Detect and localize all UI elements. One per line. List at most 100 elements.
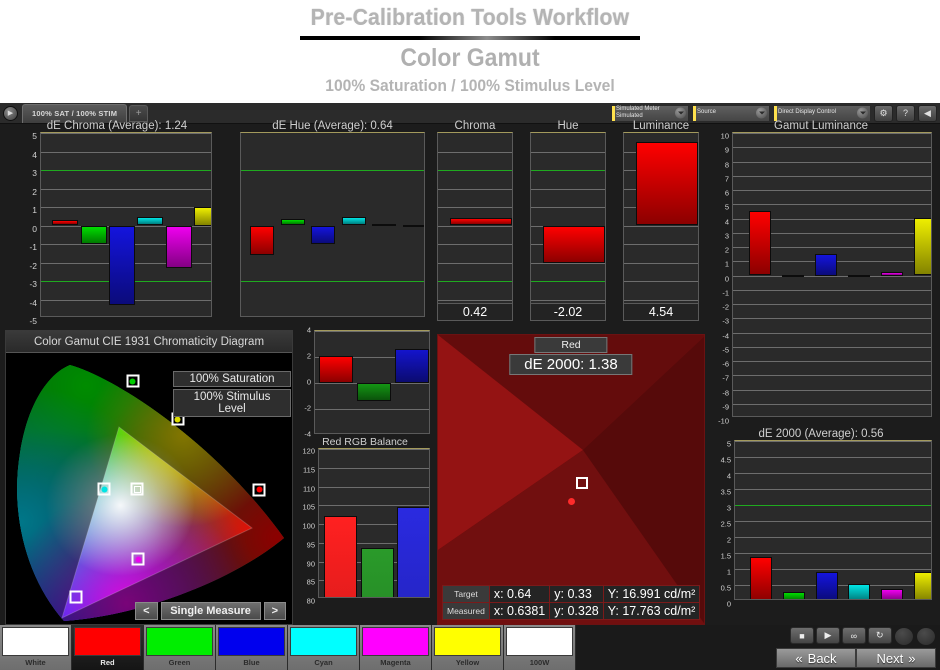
bar — [80, 225, 107, 244]
axis-tick-label: 3.5 — [720, 487, 731, 497]
hue_gauge-title: Hue — [557, 120, 579, 132]
page-caption: 100% Saturation / 100% Stimulus Level — [325, 76, 615, 95]
gridline — [438, 299, 512, 301]
axis-tick-label: 90 — [306, 559, 315, 568]
cie-prev-button[interactable]: < — [135, 602, 158, 620]
axis-tick-label: -5 — [722, 345, 729, 355]
bar — [372, 224, 397, 227]
loop-icon[interactable]: ∞ — [841, 627, 866, 644]
swatch-cyan[interactable]: Cyan — [288, 625, 360, 670]
extra-button-1[interactable] — [893, 627, 914, 646]
gridline — [735, 457, 931, 458]
axis-tick-label: 4 — [724, 217, 729, 226]
red_rgb_balance-plot[interactable]: 102.04%93.48%104.48% — [318, 448, 430, 598]
axis-tick-label: -9 — [722, 402, 729, 412]
add-tab-button[interactable]: + — [129, 104, 149, 122]
app-menu-icon[interactable]: ▶ — [3, 105, 18, 121]
patch-background — [438, 335, 704, 624]
gridline — [438, 207, 512, 208]
bar: 102.04% — [323, 516, 357, 597]
axis-tick-label: 2 — [306, 351, 311, 361]
cie-diagram-canvas[interactable]: 100% Saturation 100% Stimulus Level < Si… — [6, 353, 292, 624]
chevron-down-icon[interactable] — [857, 107, 868, 119]
gear-icon[interactable]: ⚙ — [874, 104, 893, 122]
bar — [636, 141, 698, 226]
swatch-color — [506, 627, 573, 656]
axis-tick-label: 0 — [32, 223, 37, 234]
gridline — [531, 299, 605, 301]
gridline — [733, 147, 931, 149]
back-button[interactable]: « Back — [776, 648, 856, 668]
page-title: Pre-Calibration Tools Workflow — [310, 4, 630, 30]
swatch-white[interactable]: White — [0, 625, 72, 670]
back-arrow-icon: « — [795, 650, 803, 666]
chevron-down-icon[interactable] — [675, 107, 686, 119]
swatch-label: Yellow — [455, 658, 480, 667]
swatch-red[interactable]: Red — [72, 625, 144, 670]
axis-tick-label: 1.5 — [720, 551, 731, 561]
reference-line — [531, 281, 605, 282]
color-patch-panel[interactable]: Red dE 2000: 1.38 Target x: 0.64 y: 0.33 Y:… — [437, 334, 705, 625]
swatch-color — [218, 627, 285, 656]
chroma_gauge-plot[interactable] — [437, 132, 513, 317]
cie-next-button[interactable]: > — [263, 602, 286, 620]
swatch-yellow[interactable]: Yellow — [432, 625, 504, 670]
rgb_delta-panel: 4 2 0 -2 -4 — [300, 326, 430, 439]
de_2000-plot[interactable] — [734, 440, 932, 600]
next-button[interactable]: Next » — [856, 648, 936, 668]
rgb_delta-plot[interactable] — [314, 330, 430, 434]
gridline — [733, 346, 931, 348]
gridline — [41, 133, 211, 134]
luminance_gauge-plot[interactable] — [623, 132, 699, 317]
extra-button-2[interactable] — [915, 627, 936, 646]
axis-tick-label: -2 — [29, 260, 37, 271]
bar — [781, 275, 804, 278]
meter-select[interactable]: Simulated Meter Simulated — [611, 104, 689, 122]
gridline — [733, 304, 931, 305]
gridline — [735, 521, 931, 522]
swatch-green[interactable]: Green — [144, 625, 216, 670]
axis-tick-label: 1 — [32, 205, 37, 215]
question-icon[interactable]: ? — [896, 104, 915, 122]
cie-mode-button[interactable]: Single Measure — [160, 602, 261, 620]
reference-line — [438, 170, 512, 171]
de_chroma-plot[interactable] — [40, 132, 212, 317]
swatch-magenta[interactable]: Magenta — [360, 625, 432, 670]
display-control-select[interactable]: Direct Display Control — [773, 104, 871, 122]
measurement-table: Target x: 0.64 y: 0.33 Y: 16.991 cd/m² Measu… — [442, 585, 701, 620]
page-subtitle: Color Gamut — [400, 44, 540, 72]
de_hue-plot[interactable] — [240, 132, 425, 317]
axis-tick-label: -1 — [722, 288, 729, 298]
swatch-100w[interactable]: 100W — [504, 625, 576, 670]
reference-line — [531, 170, 605, 171]
swatch-label: Blue — [243, 658, 260, 667]
bar — [165, 225, 192, 269]
collapse-left-icon[interactable]: ◀ — [918, 104, 937, 122]
chroma-value: 0.42 — [437, 303, 513, 321]
axis-tick-label: 1 — [726, 567, 731, 577]
axis-tick-label: 5 — [724, 202, 729, 212]
gridline — [735, 473, 931, 474]
gridline — [41, 207, 211, 208]
de_2000-title: dE 2000 (Average): 0.56 — [758, 428, 884, 440]
chevron-down-icon[interactable] — [756, 107, 767, 119]
cie-diagram-title: Color Gamut CIE 1931 Chromaticity Diagra… — [6, 331, 292, 353]
bar — [881, 588, 903, 599]
refresh-icon[interactable]: ↻ — [867, 627, 892, 644]
axis-tick-label: 85 — [306, 577, 315, 587]
hue_gauge-plot[interactable] — [530, 132, 606, 317]
gridline — [733, 133, 931, 134]
gridline — [319, 505, 429, 507]
gridline — [733, 361, 931, 362]
swatch-blue[interactable]: Blue — [216, 625, 288, 670]
gamut_luminance-plot[interactable] — [732, 132, 932, 417]
stop-icon[interactable]: ■ — [790, 627, 814, 644]
source-select[interactable]: Source — [692, 104, 770, 122]
bar — [913, 217, 931, 276]
gridline — [438, 188, 512, 190]
patch-target-marker — [576, 477, 588, 489]
next-arrow-icon: » — [908, 650, 916, 666]
gridline — [624, 262, 698, 264]
bar — [193, 207, 211, 226]
play-icon[interactable]: ▶ — [815, 627, 840, 644]
